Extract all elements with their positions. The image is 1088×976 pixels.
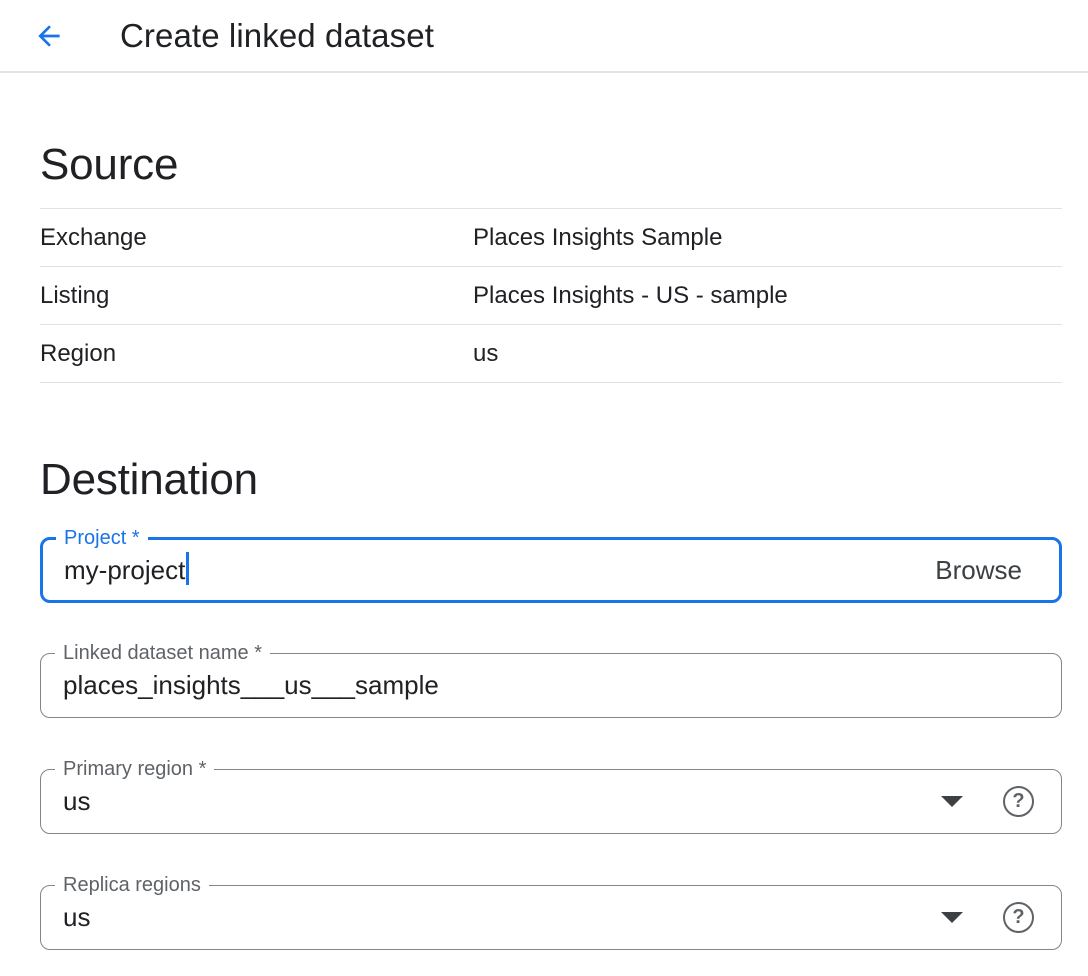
dropdown-arrow-icon[interactable] bbox=[941, 912, 963, 923]
project-input[interactable]: Project * my-project Browse bbox=[40, 537, 1062, 603]
row-value: Places Insights Sample bbox=[473, 224, 722, 252]
project-input-value: my-project bbox=[64, 555, 189, 586]
arrow-back-icon bbox=[33, 20, 65, 52]
back-button[interactable] bbox=[31, 18, 67, 54]
table-row-listing: Listing Places Insights - US - sample bbox=[40, 267, 1062, 325]
text-cursor bbox=[186, 552, 189, 585]
primary-region-value: us bbox=[63, 786, 90, 817]
help-icon[interactable]: ? bbox=[1003, 786, 1034, 817]
row-label: Exchange bbox=[40, 224, 473, 252]
table-row-region: Region us bbox=[40, 325, 1062, 383]
replica-regions-label: Replica regions bbox=[55, 874, 209, 896]
row-value: us bbox=[473, 340, 498, 368]
linked-dataset-name-value: places_insights___us___sample bbox=[63, 670, 439, 701]
source-info-table: Exchange Places Insights Sample Listing … bbox=[40, 208, 1062, 383]
destination-section-heading: Destination bbox=[40, 454, 1062, 506]
table-row-exchange: Exchange Places Insights Sample bbox=[40, 209, 1062, 267]
form-body: Source Exchange Places Insights Sample L… bbox=[0, 139, 1088, 950]
row-label: Listing bbox=[40, 282, 473, 310]
page-title: Create linked dataset bbox=[120, 17, 434, 55]
primary-region-select[interactable]: Primary region * us ? bbox=[40, 769, 1062, 834]
replica-regions-select[interactable]: Replica regions us ? bbox=[40, 885, 1062, 950]
replica-regions-value: us bbox=[63, 902, 90, 933]
browse-button[interactable]: Browse bbox=[935, 555, 1022, 586]
row-value: Places Insights - US - sample bbox=[473, 282, 788, 310]
row-label: Region bbox=[40, 340, 473, 368]
source-section-heading: Source bbox=[40, 139, 1062, 191]
dropdown-arrow-icon[interactable] bbox=[941, 796, 963, 807]
linked-dataset-name-label: Linked dataset name * bbox=[55, 642, 270, 664]
linked-dataset-name-input[interactable]: Linked dataset name * places_insights___… bbox=[40, 653, 1062, 718]
project-input-label: Project * bbox=[56, 527, 148, 549]
help-icon[interactable]: ? bbox=[1003, 902, 1034, 933]
primary-region-label: Primary region * bbox=[55, 758, 214, 780]
page-header: Create linked dataset bbox=[0, 0, 1088, 73]
